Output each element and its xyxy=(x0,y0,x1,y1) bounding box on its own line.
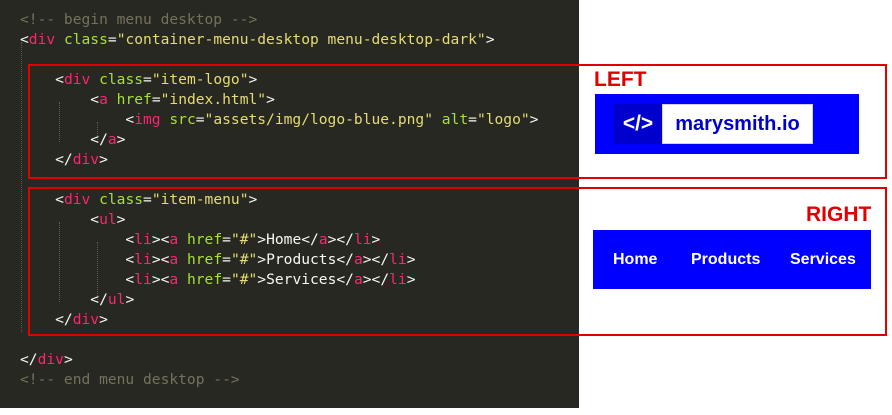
code-token-attr: class xyxy=(63,31,108,48)
code-line: <div class="container-menu-desktop menu-… xyxy=(20,30,495,50)
menu-item-services[interactable]: Services xyxy=(790,230,856,289)
code-token-comment: <!-- end menu desktop --> xyxy=(20,371,240,388)
menu-item-home[interactable]: Home xyxy=(613,230,657,289)
left-label: LEFT xyxy=(594,68,647,91)
code-token-text: < xyxy=(20,31,29,48)
code-brackets-icon[interactable]: </> xyxy=(614,104,662,144)
code-token-str: "container-menu-desktop menu-desktop-dar… xyxy=(116,31,486,48)
menu-item-products[interactable]: Products xyxy=(691,230,760,289)
code-line: </div> xyxy=(20,350,73,370)
code-token-text: > xyxy=(63,351,73,368)
code-line: <!-- end menu desktop --> xyxy=(20,370,240,390)
code-token-comment: <!-- begin menu desktop --> xyxy=(20,11,258,28)
right-label: RIGHT xyxy=(806,203,872,226)
code-token-text: > xyxy=(485,31,495,48)
code-token-text: </ xyxy=(20,351,38,368)
code-token-text: = xyxy=(107,31,117,48)
code-token-tag: div xyxy=(37,351,64,368)
code-token-tag: div xyxy=(28,31,56,48)
logo-brand-text[interactable]: marysmith.io xyxy=(662,104,813,144)
code-line: <!-- begin menu desktop --> xyxy=(20,10,257,30)
